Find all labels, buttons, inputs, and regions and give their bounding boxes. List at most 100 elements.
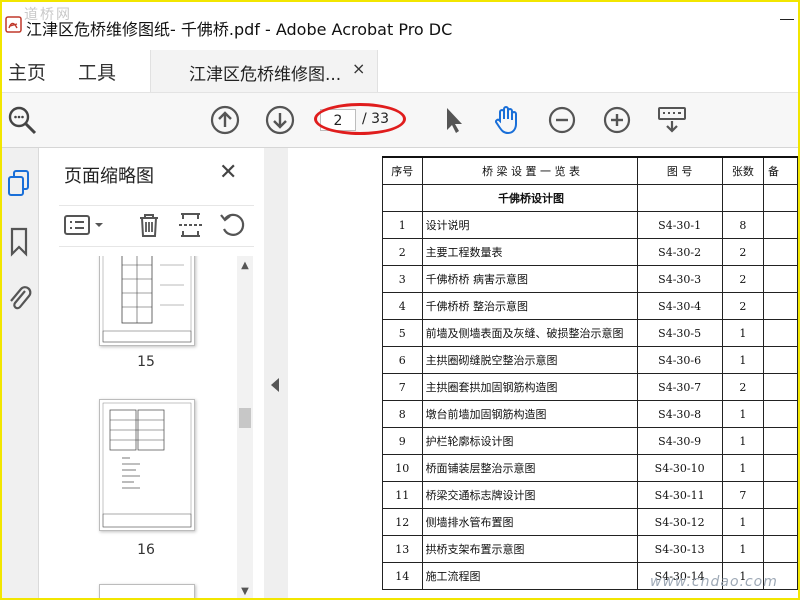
page-up-icon[interactable] [209,104,241,136]
options-menu-icon[interactable] [63,210,107,240]
row-title: 设计说明 [421,211,638,239]
table-row: 8 墩台前墙加固钢筋构造图 S4-30-8 1 [382,400,798,428]
page-thumbnails-icon[interactable] [5,168,35,200]
row-title: 墩台前墙加固钢筋构造图 [421,400,638,428]
document-view[interactable]: 序号 桥 梁 设 置 一 览 表 图 号 张数 备 千佛桥设计图 1 设计说明 S4… [288,148,798,598]
row-drawing-number: S4-30-4 [636,292,723,320]
row-number: 7 [382,373,423,401]
section-cell-empty [636,184,723,212]
row-sheet-count: 1 [721,319,765,347]
header-note: 备 [763,156,798,185]
pane-toolbar [59,205,254,247]
row-drawing-number: S4-30-10 [636,454,723,482]
row-number: 4 [382,292,423,320]
row-note [763,211,798,239]
row-title: 主要工程数量表 [421,238,638,266]
row-number: 6 [382,346,423,374]
zoom-out-icon[interactable] [546,104,578,136]
table-header-row: 序号 桥 梁 设 置 一 览 表 图 号 张数 备 [382,156,798,185]
page-number-input[interactable]: 2 [320,109,356,131]
row-sheet-count: 1 [721,400,765,428]
row-sheet-count: 1 [721,535,765,563]
row-title: 施工流程图 [421,562,638,590]
scroll-up-icon[interactable]: ▲ [237,258,253,274]
rotate-icon[interactable] [217,210,247,240]
table-row: 9 护栏轮廓标设计图 S4-30-9 1 [382,427,798,455]
tab-document-label: 江津区危桥维修图... [189,65,342,85]
delete-icon[interactable] [134,210,164,240]
row-number: 2 [382,238,423,266]
thumbnail-label: 16 [137,542,155,558]
header-name: 桥 梁 设 置 一 览 表 [421,156,638,185]
thumbnail-page-15[interactable] [99,256,195,346]
bridge-overview-table: 序号 桥 梁 设 置 一 览 表 图 号 张数 备 千佛桥设计图 1 设计说明 S4… [382,156,798,590]
row-note [763,454,798,482]
row-title: 桥梁交通标志牌设计图 [421,481,638,509]
select-cursor-icon[interactable] [438,104,470,136]
row-number: 1 [382,211,423,239]
row-sheet-count: 8 [721,211,765,239]
row-note [763,265,798,293]
main-toolbar: 2 / 33 [2,93,798,148]
row-number: 9 [382,427,423,455]
row-note [763,346,798,374]
keyboard-icon[interactable] [656,104,688,136]
row-number: 8 [382,400,423,428]
search-icon[interactable] [6,104,38,136]
thumbnail-page-17[interactable] [99,584,195,598]
section-title: 千佛桥设计图 [421,184,638,212]
header-code: 图 号 [636,156,723,185]
row-drawing-number: S4-30-11 [636,481,723,509]
row-number: 3 [382,265,423,293]
page-down-icon[interactable] [264,104,296,136]
row-drawing-number: S4-30-13 [636,535,723,563]
table-row: 6 主拱圈砌缝脱空整治示意图 S4-30-6 1 [382,346,798,374]
row-sheet-count: 2 [721,292,765,320]
table-row: 2 主要工程数量表 S4-30-2 2 [382,238,798,266]
thumbnail-page-16[interactable] [99,399,195,531]
row-drawing-number: S4-30-6 [636,346,723,374]
extract-icon[interactable] [176,210,206,240]
row-note [763,427,798,455]
table-row: 12 侧墙排水管布置图 S4-30-12 1 [382,508,798,536]
row-number: 11 [382,481,423,509]
tab-close-icon[interactable]: × [352,59,365,78]
row-sheet-count: 1 [721,454,765,482]
tab-home[interactable]: 主页 [8,58,46,85]
collapse-pane-icon[interactable] [271,378,279,392]
tab-bar: 主页 工具 江津区危桥维修图... × [2,50,798,93]
table-row: 11 桥梁交通标志牌设计图 S4-30-11 7 [382,481,798,509]
table-row: 3 千佛桥桥 病害示意图 S4-30-3 2 [382,265,798,293]
footer-watermark: www.cndao.com [650,574,778,590]
zoom-in-icon[interactable] [601,104,633,136]
minimize-button[interactable] [778,10,798,30]
row-drawing-number: S4-30-9 [636,427,723,455]
row-sheet-count: 1 [721,427,765,455]
scrollbar-thumb[interactable] [239,408,251,428]
table-row: 10 桥面铺装层整治示意图 S4-30-10 1 [382,454,798,482]
row-drawing-number: S4-30-2 [636,238,723,266]
table-row: 5 前墙及侧墙表面及灰缝、破损整治示意图 S4-30-5 1 [382,319,798,347]
header-sheets: 张数 [721,156,765,185]
bookmark-icon[interactable] [5,226,35,258]
thumbnails-scrollbar[interactable]: ▲ ▼ [237,256,253,598]
row-drawing-number: S4-30-8 [636,400,723,428]
row-drawing-number: S4-30-3 [636,265,723,293]
row-note [763,292,798,320]
row-title: 千佛桥桥 整治示意图 [421,292,638,320]
row-title: 前墙及侧墙表面及灰缝、破损整治示意图 [421,319,638,347]
hand-icon[interactable] [491,104,523,136]
thumbnail-label: 15 [137,354,155,370]
row-title: 千佛桥桥 病害示意图 [421,265,638,293]
row-note [763,319,798,347]
tab-tools[interactable]: 工具 [78,58,116,85]
pane-close-icon[interactable]: ✕ [219,160,237,185]
attachment-icon[interactable] [5,282,35,314]
scroll-down-icon[interactable]: ▼ [237,584,253,598]
thumbnails-list: 15 16 [59,256,259,598]
row-sheet-count: 2 [721,373,765,401]
window-title: 江津区危桥维修图纸- 千佛桥.pdf - Adobe Acrobat Pro D… [26,20,453,39]
tab-document[interactable]: 江津区危桥维修图... × [150,50,378,92]
row-sheet-count: 1 [721,508,765,536]
row-title: 侧墙排水管布置图 [421,508,638,536]
